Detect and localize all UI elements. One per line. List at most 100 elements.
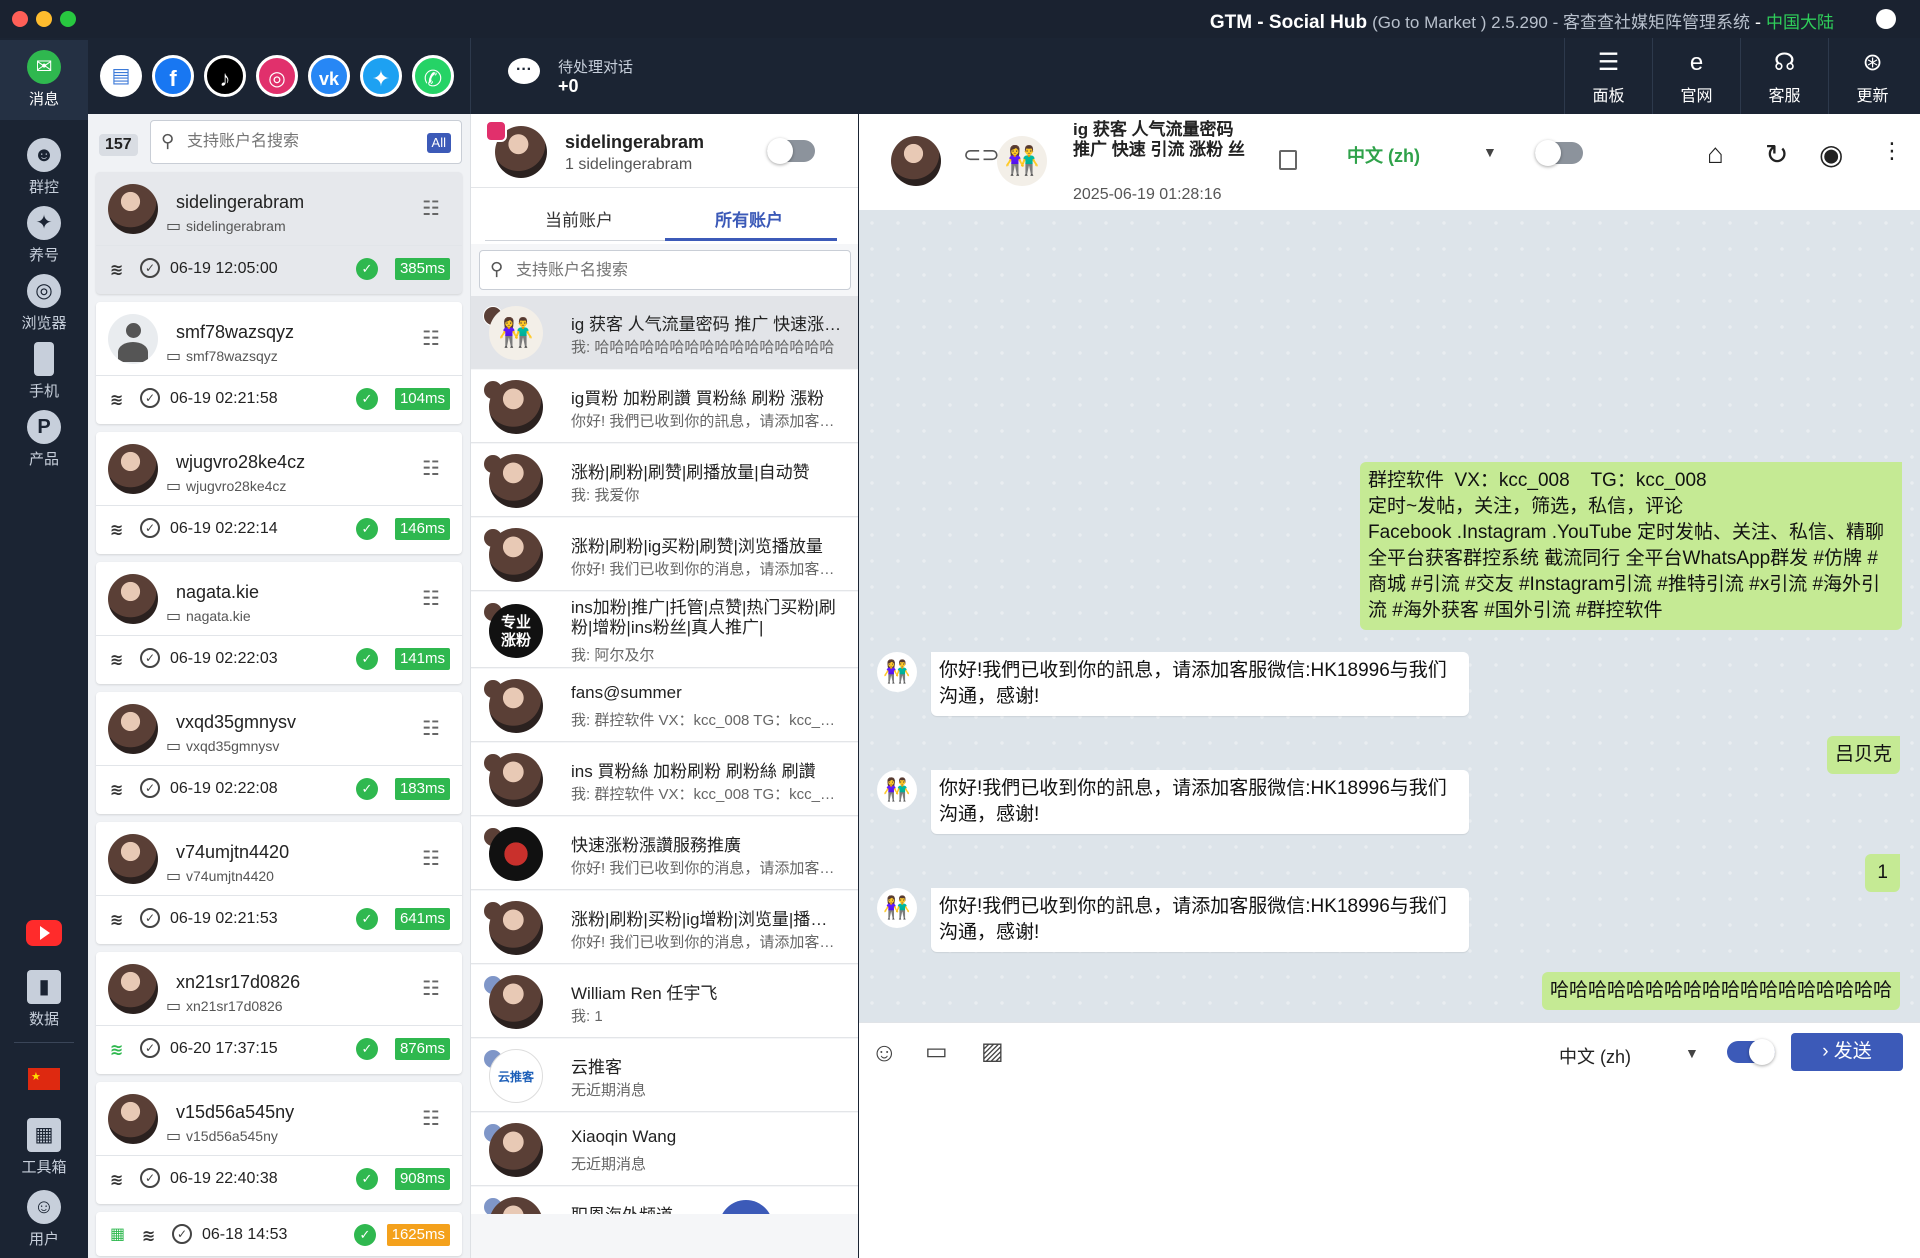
locate-icon[interactable]: ◉ xyxy=(1819,138,1843,171)
copy-icon[interactable] xyxy=(1279,150,1297,170)
facebook-icon[interactable]: f xyxy=(152,55,194,97)
tune-icon[interactable]: ☷ xyxy=(422,326,440,351)
latency-badge: 141ms xyxy=(394,648,450,670)
sync-icon: ✓ xyxy=(356,388,378,410)
tune-icon[interactable]: ☷ xyxy=(422,976,440,1001)
avatar xyxy=(489,753,543,807)
conversation-item[interactable]: ig買粉 加粉刷讚 買粉絲 刷粉 漲粉 你好! 我們已收到你的訊息，请添加客服微… xyxy=(471,370,858,443)
refresh-icon[interactable]: ↻ xyxy=(1765,138,1788,171)
nav-group-control[interactable]: ☻ 群控 xyxy=(0,138,88,197)
instagram-icon[interactable]: ◎ xyxy=(256,55,298,97)
conversation-item[interactable]: 涨粉|刷粉|刷赞|刷播放量|自动赞 我: 我爱你 xyxy=(471,444,858,517)
youtube-icon[interactable] xyxy=(26,920,62,946)
auto-translate-toggle[interactable] xyxy=(1727,1039,1775,1065)
tune-icon[interactable]: ☷ xyxy=(422,196,440,221)
twitter-icon[interactable]: ✦ xyxy=(360,55,402,97)
theme-toggle[interactable] xyxy=(1854,9,1896,29)
tune-icon[interactable]: ☷ xyxy=(422,1106,440,1131)
account-card[interactable]: v74umjtn4420 v74umjtn4420 ☷ ≋ ✓ 06-19 02:… xyxy=(96,822,462,944)
nav-nurture[interactable]: ✦ 养号 xyxy=(0,206,88,265)
conversation-title: 云推客 xyxy=(571,1058,622,1077)
update-button[interactable]: ⊛ 更新 xyxy=(1828,38,1916,114)
account-card[interactable]: wjugvro28ke4cz wjugvro28ke4cz ☷ ≋ ✓ 06-19… xyxy=(96,432,462,554)
conversation-item[interactable]: 快速涨粉漲讚服務推廣 你好! 我们已收到你的消息，请添加客服微信 xyxy=(471,817,858,890)
account-card[interactable]: xn21sr17d0826 xn21sr17d0826 ☷ ≋ ✓ 06-20 1… xyxy=(96,952,462,1074)
nav-nurture-label: 养号 xyxy=(28,247,59,264)
conversation-item[interactable]: 👫 ig 获客 人气流量密码 推广 快速涨粉 引流 我: 哈哈哈哈哈哈哈哈哈哈哈… xyxy=(471,296,858,369)
translate-language-select[interactable]: 中文 (zh) xyxy=(1347,142,1420,168)
tab-all-accounts[interactable]: 所有账户 xyxy=(715,206,783,231)
conversation-item[interactable]: ins 買粉絲 加粉刷粉 刷粉絲 刷讚 我: 群控软件 VX：kcc_008 T… xyxy=(471,743,858,816)
chat-panel: ⊂⊃ 👫 ig 获客 人气流量密码 推广 快速 引流 涨粉 丝 2025-06-… xyxy=(859,114,1920,1258)
home-icon[interactable]: ⌂ xyxy=(1707,138,1724,170)
account-search-box[interactable]: ⚲ All xyxy=(150,120,462,164)
website-button[interactable]: e 官网 xyxy=(1652,38,1740,114)
all-filter-badge[interactable]: All xyxy=(426,133,451,153)
tune-icon[interactable]: ☷ xyxy=(422,716,440,741)
account-search-bar: 157 ⚲ All xyxy=(94,120,464,164)
vk-icon[interactable]: vk xyxy=(308,55,350,97)
region-label: 中国大陆 xyxy=(1766,13,1834,32)
account-toggle[interactable] xyxy=(767,138,815,164)
update-icon: ⊛ xyxy=(1862,49,1883,76)
conversation-title: ig 获客 人气流量密码 推广 快速涨粉 引流 xyxy=(571,315,843,334)
support-button[interactable]: ☊ 客服 xyxy=(1740,38,1828,114)
account-scope-tabs: 当前账户 所有账户 xyxy=(471,188,858,244)
chevron-down-icon[interactable]: ▼ xyxy=(1685,1045,1699,1061)
conversation-item[interactable]: 涨粉|刷粉|ig买粉|刷赞|浏览播放量 你好! 我们已收到你的消息，请添加客服微… xyxy=(471,518,858,591)
china-flag-icon[interactable]: ★ xyxy=(28,1068,60,1090)
tune-icon[interactable]: ☷ xyxy=(422,456,440,481)
panel-button[interactable]: ☰ 面板 xyxy=(1564,38,1652,114)
tab-current-account[interactable]: 当前账户 xyxy=(545,206,613,231)
translate-toggle[interactable] xyxy=(1535,140,1583,166)
account-search-input[interactable] xyxy=(187,129,407,155)
account-card-partial[interactable]: ▦ ≋ ✓ 06-18 14:53 ✓ 1625ms xyxy=(96,1212,462,1256)
account-card[interactable]: v15d56a545ny v15d56a545ny ☷ ≋ ✓ 06-19 22:… xyxy=(96,1082,462,1204)
minimize-window-button[interactable] xyxy=(36,11,52,27)
tiktok-icon[interactable]: ♪ xyxy=(204,55,246,97)
emoji-icon[interactable]: ☺ xyxy=(871,1037,898,1068)
conversation-item[interactable]: 云推客 云推客 无近期消息 xyxy=(471,1039,858,1112)
avatar xyxy=(108,704,158,754)
tune-icon[interactable]: ☷ xyxy=(422,846,440,871)
conversation-item[interactable]: 涨粉|刷粉|买粉|ig增粉|浏览量|播放量 你好! 我们已收到你的消息，请添加客… xyxy=(471,891,858,964)
nav-data[interactable]: ▮ 数据 xyxy=(0,970,88,1029)
link-icon[interactable]: ⊂⊃ xyxy=(963,142,1000,168)
image-icon[interactable]: ▨ xyxy=(981,1037,1004,1066)
conversation-item[interactable]: fans@summer 我: 群控软件 VX：kcc_008 TG：kcc_00… xyxy=(471,669,858,742)
chevron-down-icon[interactable]: ▼ xyxy=(1483,144,1497,160)
conversation-item[interactable]: Xiaoqin Wang 无近期消息 xyxy=(471,1113,858,1186)
conversation-preview: 你好! 我們已收到你的訊息，请添加客服微信 xyxy=(571,413,843,430)
send-button[interactable]: › 发送 xyxy=(1791,1033,1903,1071)
avatar xyxy=(108,1094,158,1144)
conversation-item[interactable]: William Ren 任宇飞 我: 1 xyxy=(471,965,858,1038)
panel-label: 面板 xyxy=(1592,88,1625,105)
nav-phone[interactable]: 手机 xyxy=(0,342,88,401)
conversation-search-box[interactable]: ⚲ xyxy=(479,250,851,290)
whatsapp-icon[interactable]: ✆ xyxy=(412,55,454,97)
conversation-item[interactable]: 专业 涨粉 ins加粉|推广|托管|点赞|热门买粉|刷粉|增粉|ins粉丝|真人推… xyxy=(471,592,858,668)
latency-badge: 908ms xyxy=(394,1168,450,1190)
nav-browser[interactable]: ◎ 浏览器 xyxy=(0,274,88,333)
maximize-window-button[interactable] xyxy=(60,11,76,27)
account-card[interactable]: sidelingerabram sidelingerabram ☷ ≋ ✓ 06-… xyxy=(96,172,462,294)
desktop-platform-icon[interactable]: ▤ xyxy=(100,55,142,97)
account-card[interactable]: vxqd35gmnysv vxqd35gmnysv ☷ ≋ ✓ 06-19 02:… xyxy=(96,692,462,814)
account-card[interactable]: smf78wazsqyz smf78wazsqyz ☷ ≋ ✓ 06-19 02:… xyxy=(96,302,462,424)
more-icon[interactable]: ⋮ xyxy=(1881,138,1903,164)
nav-product-label: 产品 xyxy=(28,451,59,468)
tune-icon[interactable]: ☷ xyxy=(422,586,440,611)
composer-language-select[interactable]: 中文 (zh) xyxy=(1559,1043,1631,1069)
nav-product[interactable]: P 产品 xyxy=(0,410,88,469)
conversation-search-input[interactable] xyxy=(516,258,816,284)
screen-icon[interactable]: ▭ xyxy=(925,1037,948,1066)
account-card[interactable]: nagata.kie nagata.kie ☷ ≋ ✓ 06-19 02:22:0… xyxy=(96,562,462,684)
close-window-button[interactable] xyxy=(12,11,28,27)
nav-user[interactable]: ☺ 用户 xyxy=(0,1190,88,1249)
conversation-title: 快速涨粉漲讚服務推廣 xyxy=(571,836,741,855)
nav-toolbox[interactable]: ▦ 工具箱 xyxy=(0,1118,88,1177)
conversation-title: ins加粉|推广|托管|点赞|热门买粉|刷粉|增粉|ins粉丝|真人推广| xyxy=(571,598,836,637)
conversation-preview: 我: 群控软件 VX：kcc_008 TG：kcc_008 xyxy=(571,712,843,729)
nav-messages[interactable]: ✉ 消息 xyxy=(0,40,88,120)
latency-badge: 1625ms xyxy=(386,1224,450,1246)
